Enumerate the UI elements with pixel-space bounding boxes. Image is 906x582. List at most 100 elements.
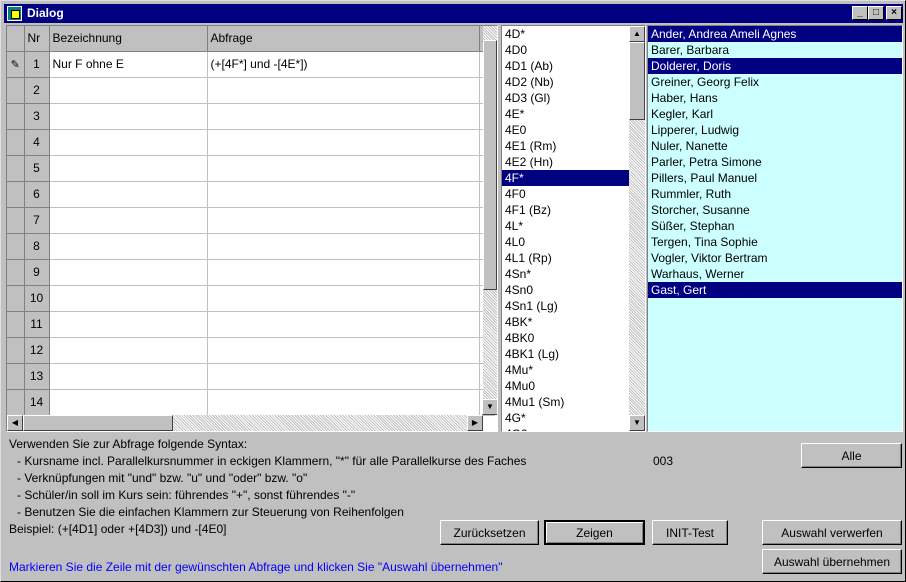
student-list-item[interactable]: Parler, Petra Simone [648,154,902,170]
row-selector[interactable] [7,337,25,364]
course-list-item[interactable]: 4Mu0 [502,378,629,394]
table-row[interactable]: 2 [7,77,495,104]
student-list-item[interactable]: Dolderer, Doris [648,58,902,74]
row-selector[interactable]: ✎ [7,51,25,78]
course-list-item[interactable]: 4D0 [502,42,629,58]
row-selector[interactable] [7,389,25,416]
cell-abfrage[interactable] [207,103,480,130]
cell-bezeichnung[interactable] [49,155,208,182]
course-list-item[interactable]: 4E2 (Hn) [502,154,629,170]
student-list-item[interactable]: Rummler, Ruth [648,186,902,202]
cell-abfrage[interactable] [207,129,480,156]
table-row[interactable]: 6 [7,181,495,208]
table-row[interactable]: 12 [7,337,495,364]
table-row[interactable]: ✎1Nur F ohne E(+[4F*] und -[4E*])c [7,51,495,78]
student-list-item[interactable]: Ander, Andrea Ameli Agnes [648,26,902,42]
grid-scroll-down-button[interactable]: ▼ [482,399,497,415]
cell-abfrage[interactable] [207,337,480,364]
grid-horizontal-scrollbar[interactable]: ◀ ▶ [7,415,483,431]
course-list-item[interactable]: 4D2 (Nb) [502,74,629,90]
table-row[interactable]: 4 [7,129,495,156]
table-row[interactable]: 8 [7,233,495,260]
course-scroll-thumb[interactable] [629,42,645,120]
cell-abfrage[interactable] [207,259,480,286]
course-list-item[interactable]: 4Sn0 [502,282,629,298]
student-list-item[interactable]: Barer, Barbara [648,42,902,58]
cell-bezeichnung[interactable] [49,103,208,130]
table-row[interactable]: 11 [7,311,495,338]
cell-abfrage[interactable] [207,233,480,260]
course-list-item[interactable]: 4L* [502,218,629,234]
col-header-bezeichnung[interactable]: Bezeichnung [49,26,208,52]
row-selector[interactable] [7,233,25,260]
course-list-item[interactable]: 4E0 [502,122,629,138]
grid-hscroll-thumb[interactable] [23,415,173,431]
student-list-item[interactable]: Warhaus, Werner [648,266,902,282]
cell-bezeichnung[interactable] [49,259,208,286]
table-row[interactable]: 9 [7,259,495,286]
cell-abfrage[interactable] [207,363,480,390]
course-list-item[interactable]: 4D3 (Gl) [502,90,629,106]
cell-bezeichnung[interactable] [49,363,208,390]
student-list-item[interactable]: Nuler, Nanette [648,138,902,154]
cell-bezeichnung[interactable] [49,233,208,260]
cell-abfrage[interactable] [207,285,480,312]
row-selector[interactable] [7,181,25,208]
grid-scroll-left-button[interactable]: ◀ [7,415,23,431]
table-row[interactable]: 5 [7,155,495,182]
student-list-item[interactable]: Süßer, Stephan [648,218,902,234]
student-list-item[interactable]: Tergen, Tina Sophie [648,234,902,250]
table-row[interactable]: 7 [7,207,495,234]
init-test-button[interactable]: INIT-Test [652,520,728,545]
row-selector[interactable] [7,259,25,286]
col-header-abfrage[interactable]: Abfrage [207,26,480,52]
cell-bezeichnung[interactable] [49,129,208,156]
course-list-item[interactable]: 4L1 (Rp) [502,250,629,266]
alle-button[interactable]: Alle [801,443,902,468]
course-list-item[interactable]: 4BK1 (Lg) [502,346,629,362]
student-list-item[interactable]: Haber, Hans [648,90,902,106]
course-list-item[interactable]: 4E1 (Rm) [502,138,629,154]
course-list-item[interactable]: 4F* [502,170,629,186]
accept-selection-button[interactable]: Auswahl übernehmen [762,549,902,574]
discard-selection-button[interactable]: Auswahl verwerfen [762,520,902,545]
cell-abfrage[interactable] [207,207,480,234]
row-selector[interactable] [7,155,25,182]
course-list[interactable]: 4D* 4D0 4D1 (Ab) 4D2 (Nb) 4D3 (Gl) 4E* 4E0 4E1 … [501,25,646,432]
row-selector[interactable] [7,129,25,156]
course-list-item[interactable]: 4BK0 [502,330,629,346]
row-selector[interactable] [7,285,25,312]
reset-button[interactable]: Zurücksetzen [440,520,539,545]
query-grid[interactable]: Nr Bezeichnung Abfrage A ✎ 1Nur F ohne E(… [6,25,498,432]
course-scroll-down-button[interactable]: ▼ [629,415,645,431]
cell-abfrage[interactable] [207,389,480,416]
course-list-item[interactable]: 4Mu* [502,362,629,378]
cell-bezeichnung[interactable] [49,181,208,208]
course-list-item[interactable]: 4G0 [502,426,629,431]
course-list-item[interactable]: 4Sn* [502,266,629,282]
student-list-item[interactable]: Pillers, Paul Manuel [648,170,902,186]
table-row[interactable]: 3 [7,103,495,130]
student-list-item[interactable]: Gast, Gert [648,282,902,298]
course-list-item[interactable]: 4D* [502,26,629,42]
col-header-nr[interactable]: Nr [24,26,50,52]
row-selector[interactable] [7,103,25,130]
grid-scroll-right-button[interactable]: ▶ [467,415,483,431]
course-list-item[interactable]: 4F1 (Bz) [502,202,629,218]
table-row[interactable]: 14 [7,389,495,416]
cell-abfrage[interactable] [207,77,480,104]
course-list-item[interactable]: 4D1 (Ab) [502,58,629,74]
show-button[interactable]: Zeigen [544,520,645,545]
row-selector[interactable] [7,363,25,390]
cell-abfrage[interactable]: (+[4F*] und -[4E*]) [207,51,480,78]
row-selector[interactable] [7,311,25,338]
cell-abfrage[interactable] [207,181,480,208]
row-selector[interactable] [7,207,25,234]
cell-bezeichnung[interactable] [49,285,208,312]
maximize-button[interactable]: □ [868,6,884,20]
cell-abfrage[interactable] [207,155,480,182]
cell-bezeichnung[interactable] [49,77,208,104]
course-list-scrollbar[interactable]: ▲ ▼ [629,26,645,431]
minimize-button[interactable]: _ [852,6,868,20]
course-list-item[interactable]: 4Sn1 (Lg) [502,298,629,314]
